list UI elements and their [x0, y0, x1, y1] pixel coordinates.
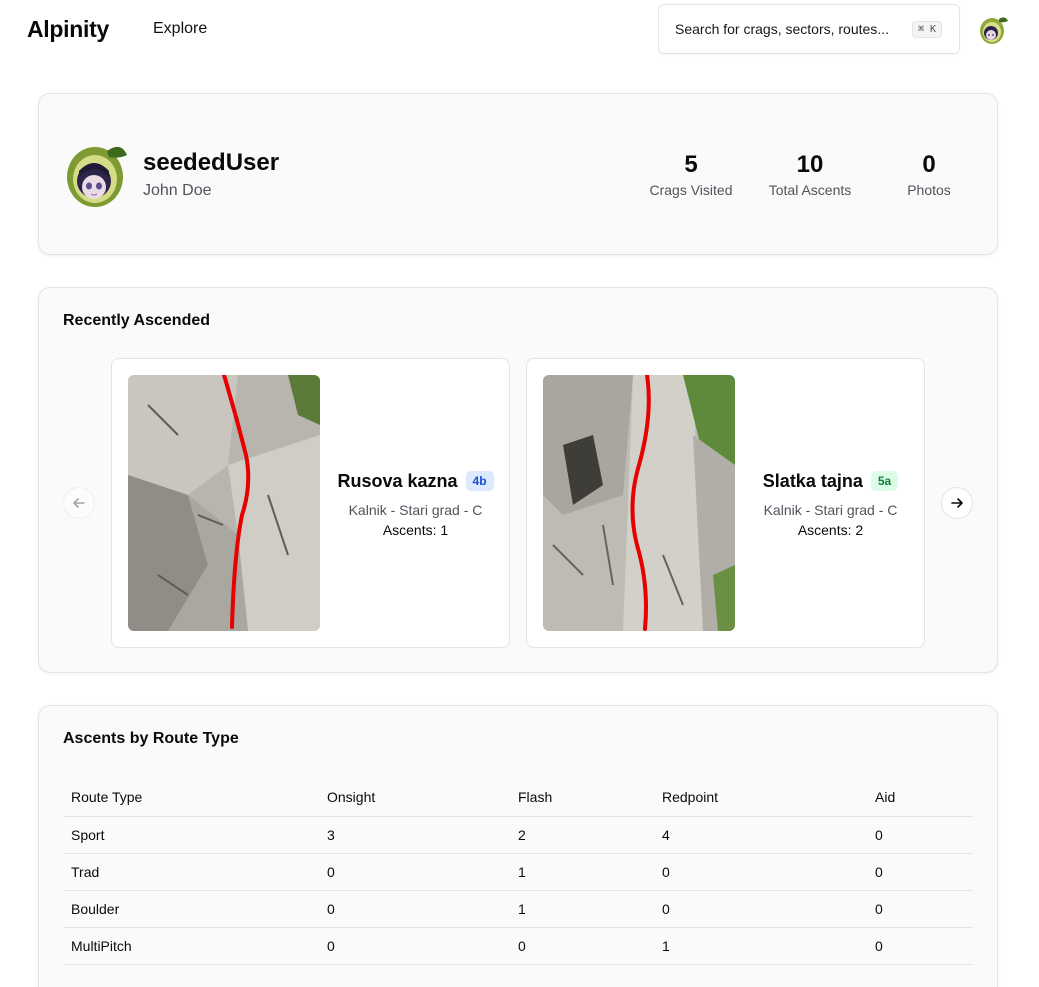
table-cell: 0 [319, 927, 510, 965]
column-header: Route Type [63, 778, 319, 817]
profile-card: seededUser John Doe 5 Crags Visited 10 T… [38, 93, 998, 255]
search-placeholder: Search for crags, sectors, routes... [675, 21, 889, 37]
table-header-row: Route Type Onsight Flash Redpoint Aid [63, 778, 973, 817]
stat-label: Crags Visited [649, 182, 733, 198]
route-grade-badge: 5a [870, 471, 899, 491]
search-input[interactable]: Search for crags, sectors, routes... ⌘ K [658, 4, 960, 54]
user-avatar-button[interactable] [977, 13, 1009, 45]
route-info: Slatka tajna 5a Kalnik - Stari grad - C … [735, 359, 926, 649]
avatar-icon [980, 17, 1008, 44]
route-info: Rusova kazna 4b Kalnik - Stari grad - C … [320, 359, 511, 649]
carousel-prev-button[interactable] [63, 487, 95, 519]
carousel-next-button[interactable] [941, 487, 973, 519]
search-shortcut-badge: ⌘ K [911, 21, 942, 38]
ascents-table: Route Type Onsight Flash Redpoint Aid Sp… [63, 778, 973, 965]
table-cell: 0 [319, 890, 510, 928]
recently-ascended-card: Recently Ascended Rusova kazna 4b Kalnik… [38, 287, 998, 673]
route-photo [128, 375, 320, 631]
route-photo [543, 375, 735, 631]
route-name[interactable]: Rusova kazna [337, 471, 457, 492]
section-title: Recently Ascended [63, 312, 211, 329]
table-cell: Boulder [63, 890, 319, 928]
stat-value: 5 [684, 151, 698, 178]
profile-full-name: John Doe [143, 182, 212, 199]
route-name[interactable]: Slatka tajna [763, 471, 863, 492]
stat-value: 10 [796, 151, 824, 178]
nav-explore-link[interactable]: Explore [153, 20, 207, 38]
table-cell: 1 [654, 927, 867, 965]
arrow-left-icon [73, 498, 85, 508]
stat-total-ascents: 10 Total Ascents [760, 150, 860, 198]
stat-label: Total Ascents [768, 182, 852, 198]
column-header: Flash [510, 778, 654, 817]
table-cell: 3 [319, 816, 510, 854]
table-cell: 0 [867, 853, 973, 891]
table-row: Sport 3 2 4 0 [63, 816, 973, 854]
table-cell: 4 [654, 816, 867, 854]
table-cell: 0 [319, 853, 510, 891]
table-cell: 0 [867, 927, 973, 965]
table-cell: 0 [867, 816, 973, 854]
table-cell: 0 [654, 890, 867, 928]
table-cell: 0 [867, 890, 973, 928]
table-cell: Trad [63, 853, 319, 891]
ascents-by-route-type-card: Ascents by Route Type Route Type Onsight… [38, 705, 998, 987]
table-row: MultiPitch 0 0 1 0 [63, 927, 973, 965]
stat-crags-visited: 5 Crags Visited [641, 150, 741, 198]
table-cell: 1 [510, 890, 654, 928]
table-row: Trad 0 1 0 0 [63, 853, 973, 891]
route-location: Kalnik - Stari grad - C [348, 501, 483, 518]
route-location: Kalnik - Stari grad - C [763, 501, 898, 518]
section-title: Ascents by Route Type [63, 730, 239, 747]
stat-value: 0 [922, 151, 936, 178]
table-cell: 2 [510, 816, 654, 854]
route-card[interactable]: Slatka tajna 5a Kalnik - Stari grad - C … [526, 358, 925, 648]
app-logo[interactable]: Alpinity [27, 16, 109, 43]
stat-label: Photos [907, 182, 951, 198]
table-cell: Sport [63, 816, 319, 854]
route-grade-badge: 4b [465, 471, 494, 491]
table-cell: 0 [510, 927, 654, 965]
table-cell: MultiPitch [63, 927, 319, 965]
profile-avatar [65, 141, 129, 207]
route-card[interactable]: Rusova kazna 4b Kalnik - Stari grad - C … [111, 358, 510, 648]
route-ascents-count: Ascents: 2 [797, 521, 864, 538]
stat-photos: 0 Photos [879, 150, 979, 198]
table-row: Boulder 0 1 0 0 [63, 890, 973, 928]
arrow-right-icon [951, 498, 963, 508]
column-header: Redpoint [654, 778, 867, 817]
avocado-avatar-icon [67, 146, 127, 207]
column-header: Aid [867, 778, 973, 817]
column-header: Onsight [319, 778, 510, 817]
route-ascents-count: Ascents: 1 [382, 521, 449, 538]
table-cell: 1 [510, 853, 654, 891]
profile-username: seededUser [143, 149, 280, 176]
table-cell: 0 [654, 853, 867, 891]
